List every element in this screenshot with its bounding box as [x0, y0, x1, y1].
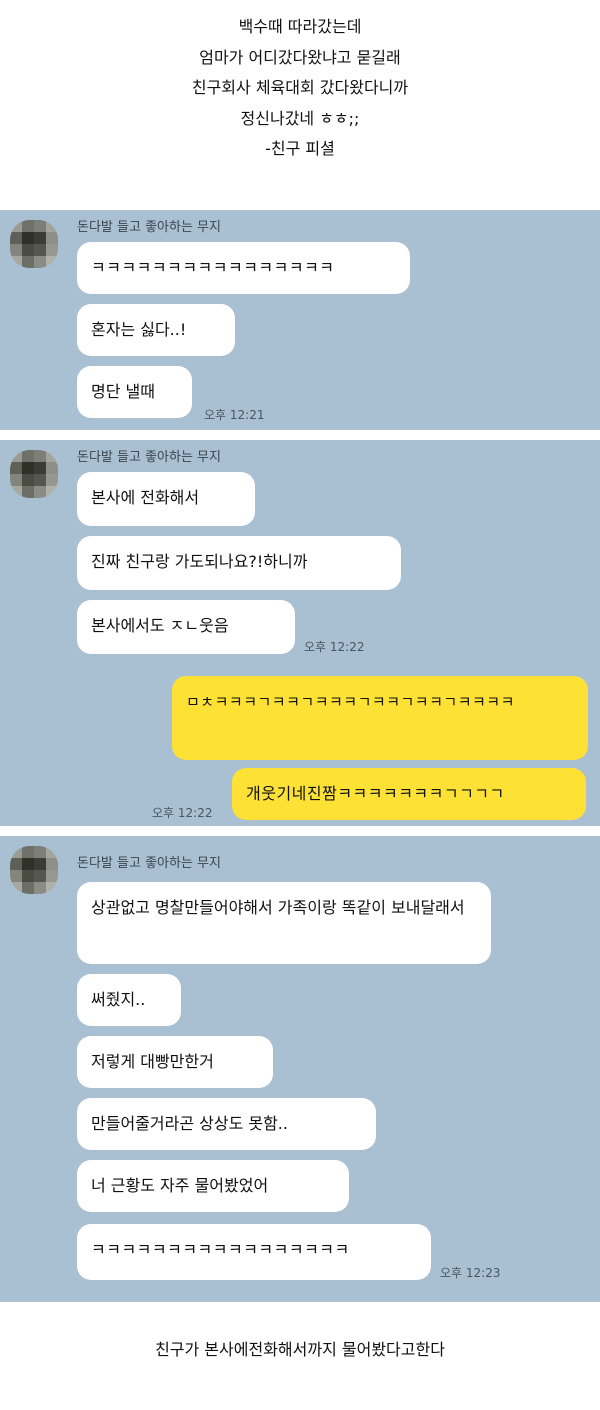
- chat-screenshot-2: 돈다발 들고 좋아하는 무지 본사에 전화해서 진짜 친구랑 가도되나요?!하니…: [0, 440, 600, 826]
- caption-line: -친구 피셜: [265, 139, 335, 158]
- message-bubble[interactable]: 만들어줄거라곤 상상도 못함..: [77, 1098, 376, 1150]
- chat-screenshot-3: 돈다발 들고 좋아하는 무지 상관없고 명찰만들어야해서 가족이랑 똑같이 보내…: [0, 836, 600, 1302]
- profile-avatar-icon[interactable]: [10, 846, 58, 894]
- sender-name: 돈다발 들고 좋아하는 무지: [77, 856, 221, 871]
- message-bubble[interactable]: 진짜 친구랑 가도되나요?!하니까: [77, 536, 401, 590]
- chat-screenshot-1: 돈다발 들고 좋아하는 무지 ㅋㅋㅋㅋㅋㅋㅋㅋㅋㅋㅋㅋㅋㅋㅋㅋ 혼자는 싫다..…: [0, 210, 600, 430]
- message-time: 오후 12:23: [440, 1266, 501, 1280]
- message-time: 오후 12:22: [304, 640, 365, 654]
- message-bubble[interactable]: ㅋㅋㅋㅋㅋㅋㅋㅋㅋㅋㅋㅋㅋㅋㅋㅋ: [77, 242, 410, 294]
- bottom-caption: 친구가 본사에전화해서까지 물어봤다고한다: [155, 1340, 445, 1359]
- profile-avatar-icon[interactable]: [10, 450, 58, 498]
- caption-line: 친구회사 체육대회 갔다왔다니까: [191, 78, 409, 97]
- message-bubble[interactable]: 본사에 전화해서: [77, 472, 255, 526]
- message-bubble[interactable]: 명단 낼때: [77, 366, 192, 418]
- my-message-time: 오후 12:22: [152, 806, 213, 820]
- profile-avatar-icon[interactable]: [10, 220, 58, 268]
- message-time: 오후 12:21: [204, 408, 265, 422]
- sender-name: 돈다발 들고 좋아하는 무지: [77, 450, 221, 465]
- my-message-bubble[interactable]: ㅁㅊㅋㅋㅋㄱㅋㅋㄱㅋㅋㅋㄱㅋㅋㄱㅋㅋㄱㅋㅋㅋㅋ: [172, 676, 588, 760]
- message-bubble[interactable]: 저렇게 대빵만한거: [77, 1036, 273, 1088]
- caption-line: 백수때 따라갔는데: [238, 17, 362, 36]
- message-bubble[interactable]: 너 근황도 자주 물어봤었어: [77, 1160, 349, 1212]
- message-bubble[interactable]: 상관없고 명찰만들어야해서 가족이랑 똑같이 보내달래서: [77, 882, 491, 964]
- message-bubble[interactable]: 써줬지..: [77, 974, 181, 1026]
- top-caption: 백수때 따라갔는데 엄마가 어디갔다왔냐고 묻길래 친구회사 체육대회 갔다왔다…: [0, 12, 600, 165]
- my-message-bubble[interactable]: 개웃기네진짬ㅋㅋㅋㅋㅋㅋㅋㄱㄱㄱㄱ: [232, 768, 586, 820]
- sender-name: 돈다발 들고 좋아하는 무지: [77, 220, 221, 235]
- caption-line: 정신나갔네 ㅎㅎ;;: [240, 108, 360, 128]
- message-bubble[interactable]: 본사에서도 ㅈㄴ웃음: [77, 600, 295, 654]
- message-bubble[interactable]: 혼자는 싫다..!: [77, 304, 235, 356]
- caption-line: 엄마가 어디갔다왔냐고 묻길래: [199, 47, 401, 67]
- message-bubble[interactable]: ㅋㅋㅋㅋㅋㅋㅋㅋㅋㅋㅋㅋㅋㅋㅋㅋㅋ: [77, 1224, 431, 1280]
